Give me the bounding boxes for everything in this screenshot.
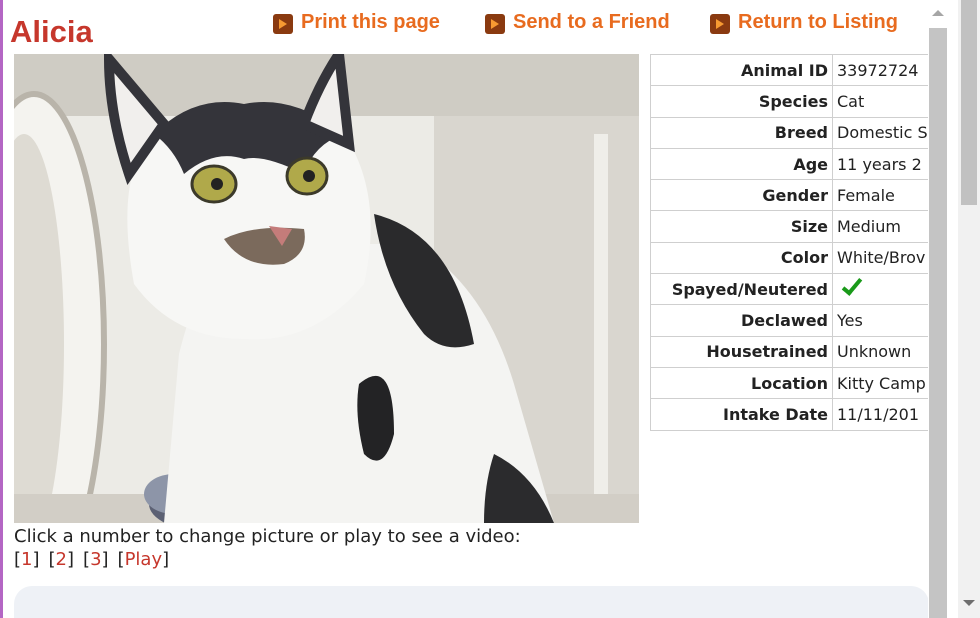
- table-row: Location Kitty Camp: [650, 366, 933, 400]
- detail-value: White/Brov: [832, 241, 933, 275]
- detail-value: Female: [832, 179, 933, 212]
- return-to-listing-label: Return to Listing: [738, 10, 898, 33]
- send-to-friend-link[interactable]: Send to a Friend: [485, 9, 670, 35]
- table-row: Age 11 years 2: [650, 147, 933, 181]
- animal-details-table: Animal ID 33972724 Species Cat Breed Domest…: [650, 53, 933, 431]
- table-row: Gender Female: [650, 179, 933, 212]
- table-row: Declawed Yes: [650, 304, 933, 337]
- detail-label: Color: [650, 241, 833, 275]
- return-to-listing-link[interactable]: Return to Listing: [710, 9, 898, 35]
- arrow-right-icon: [710, 14, 730, 34]
- page-title: Alicia: [10, 14, 93, 49]
- print-page-label: Print this page: [301, 10, 440, 33]
- media-caption: Click a number to change picture or play…: [14, 526, 521, 547]
- detail-label: Age: [650, 147, 833, 181]
- picture-link-2[interactable]: [2]: [49, 549, 75, 570]
- page-left-border: [0, 0, 3, 618]
- detail-value: 11/11/201: [832, 398, 933, 431]
- play-video-link[interactable]: [Play]: [118, 549, 170, 570]
- scroll-down-icon[interactable]: [963, 600, 975, 606]
- table-row: Size Medium: [650, 210, 933, 243]
- scroll-up-icon[interactable]: [932, 10, 944, 16]
- detail-label: Size: [650, 210, 833, 243]
- picture-link-3[interactable]: [3]: [83, 549, 109, 570]
- animal-photo: [14, 54, 639, 523]
- table-row: Intake Date 11/11/201: [650, 398, 933, 431]
- detail-value: Unknown: [832, 335, 933, 368]
- detail-label: Housetrained: [650, 335, 833, 368]
- table-row: Housetrained Unknown: [650, 335, 933, 368]
- picture-link-1-label[interactable]: 1: [21, 549, 32, 570]
- arrow-right-icon: [485, 14, 505, 34]
- detail-value: Domestic S: [832, 116, 933, 149]
- picture-link-2-label[interactable]: 2: [56, 549, 67, 570]
- table-row: Species Cat: [650, 85, 933, 118]
- play-video-label[interactable]: Play: [125, 549, 163, 570]
- detail-value: 11 years 2: [832, 147, 933, 181]
- detail-label: Spayed/Neutered: [650, 273, 833, 306]
- picture-link-3-label[interactable]: 3: [90, 549, 101, 570]
- media-selector: [1] [2] [3] [Play]: [14, 549, 169, 570]
- table-row: Spayed/Neutered: [650, 273, 933, 306]
- detail-value: [832, 273, 933, 306]
- detail-label: Gender: [650, 179, 833, 212]
- window-scrollbar-thumb[interactable]: [961, 0, 977, 205]
- detail-label: Breed: [650, 116, 833, 149]
- picture-link-1[interactable]: [1]: [14, 549, 40, 570]
- detail-label: Declawed: [650, 304, 833, 337]
- description-panel: [14, 586, 929, 618]
- arrow-right-icon: [273, 14, 293, 34]
- detail-value: Yes: [832, 304, 933, 337]
- detail-value: Cat: [832, 85, 933, 118]
- cat-photo-illustration: [14, 54, 639, 523]
- detail-label: Location: [650, 366, 833, 400]
- checkmark-icon: [841, 274, 863, 297]
- print-page-link[interactable]: Print this page: [273, 9, 440, 35]
- detail-value: Kitty Camp: [832, 366, 933, 400]
- frame-scrollbar-thumb[interactable]: [929, 28, 947, 618]
- detail-value: 33972724: [832, 53, 933, 87]
- send-to-friend-label: Send to a Friend: [513, 10, 670, 33]
- detail-label: Animal ID: [650, 53, 833, 87]
- table-row: Color White/Brov: [650, 241, 933, 275]
- detail-label: Intake Date: [650, 398, 833, 431]
- table-row: Breed Domestic S: [650, 116, 933, 149]
- detail-label: Species: [650, 85, 833, 118]
- table-row: Animal ID 33972724: [650, 53, 933, 87]
- detail-value: Medium: [832, 210, 933, 243]
